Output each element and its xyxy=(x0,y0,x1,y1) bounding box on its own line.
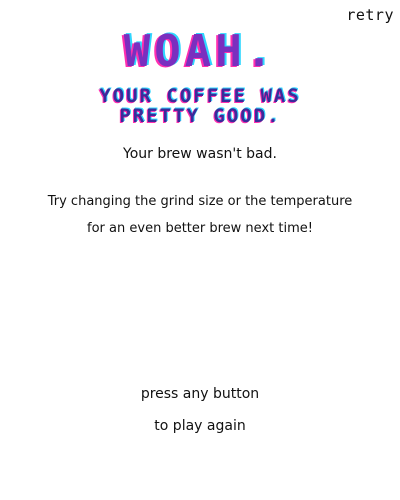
subheadline-line-1: YOUR COFFEE WAS xyxy=(99,85,301,107)
result-subheadline: YOUR COFFEE WAS PRETTY GOOD. xyxy=(0,86,400,126)
tip-line-1: Try changing the grind size or the tempe… xyxy=(47,194,353,209)
play-again-prompt: press any button to play again xyxy=(0,378,400,442)
retry-button[interactable]: retry xyxy=(346,6,394,24)
subheadline-line-2: PRETTY GOOD. xyxy=(119,105,281,127)
brew-verdict: Your brew wasn't bad. xyxy=(123,146,277,162)
tip-line-2: for an even better brew next time! xyxy=(87,221,313,236)
brew-tip: Try changing the grind size or the tempe… xyxy=(0,188,400,242)
prompt-line-2: to play again xyxy=(154,418,246,434)
prompt-line-1: press any button xyxy=(140,386,260,402)
result-headline: WOAH. xyxy=(123,26,277,77)
